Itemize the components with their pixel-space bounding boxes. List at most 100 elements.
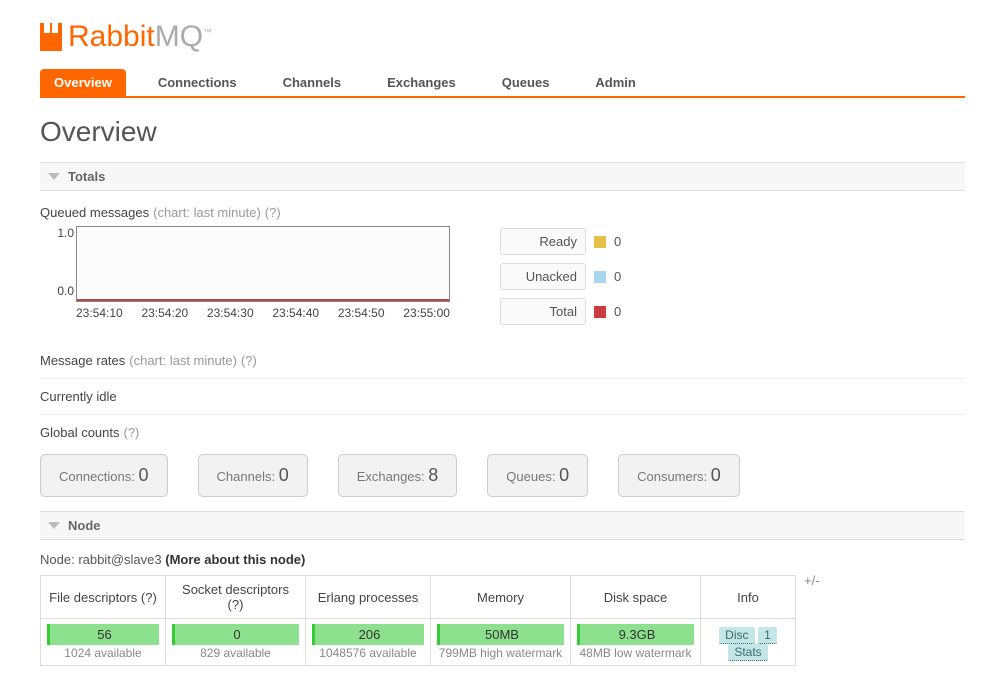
section-totals-header[interactable]: Totals [40,162,965,191]
cell-mem: 50MB 799MB high watermark [431,619,571,666]
page-title: Overview [40,116,965,148]
legend-ready: Ready 0 [500,228,634,255]
count-connections[interactable]: Connections: 0 [40,454,168,497]
main-tabs: Overview Connections Channels Exchanges … [40,69,965,98]
count-value: 8 [428,465,438,485]
logo: RabbitMQ™ [40,20,965,54]
mr-help-icon[interactable]: (?) [241,353,257,368]
chart-baseline [77,299,449,301]
trademark-icon: ™ [203,27,212,37]
sd-value: 0 [172,624,299,645]
x-tick: 23:54:30 [207,306,254,320]
cell-sd: 0 829 available [166,619,306,666]
legend-label-total[interactable]: Total [500,298,586,325]
count-label: Consumers: [637,469,707,484]
legend-value-total: 0 [614,304,634,319]
message-rates-status: Currently idle [40,389,965,404]
global-counts: Connections: 0 Channels: 0 Exchanges: 8 … [40,454,965,497]
count-value: 0 [279,465,289,485]
section-node-title: Node [68,518,101,533]
section-node-header[interactable]: Node [40,511,965,540]
cell-fd: 56 1024 available [41,619,166,666]
table-row: 56 1024 available 0 829 available 206 10… [41,619,796,666]
y-axis: 1.0 0.0 [40,226,74,298]
collapse-icon [48,173,60,180]
message-rates-label: Message rates (chart: last minute) (?) [40,353,965,368]
brand-name: RabbitMQ™ [68,20,212,54]
y-tick-bottom: 0.0 [40,284,74,298]
th-fd: File descriptors (?) [41,576,166,619]
legend-label-unacked[interactable]: Unacked [500,263,586,290]
count-value: 0 [711,465,721,485]
legend-total: Total 0 [500,298,634,325]
tab-overview[interactable]: Overview [40,69,126,96]
chart-row: 1.0 0.0 23:54:10 23:54:20 23:54:30 23:54… [40,226,965,325]
x-tick: 23:55:00 [403,306,450,320]
cell-info: Disc 1 Stats [701,619,796,666]
chart-plot [76,226,450,302]
queued-help-icon[interactable]: (?) [265,205,281,220]
node-prefix: Node: [40,552,75,567]
mem-value: 50MB [437,624,564,645]
table-header-row: File descriptors (?) Socket descriptors … [41,576,796,619]
badge-stats[interactable]: Stats [728,644,767,661]
th-mem: Memory [431,576,571,619]
tab-admin[interactable]: Admin [581,69,649,96]
cell-disk: 9.3GB 48MB low watermark [571,619,701,666]
count-value: 0 [559,465,569,485]
chart-legend: Ready 0 Unacked 0 Total 0 [500,228,634,325]
legend-unacked: Unacked 0 [500,263,634,290]
rabbitmq-icon [40,23,62,51]
count-channels[interactable]: Channels: 0 [198,454,308,497]
node-line: Node: rabbit@slave3 (More about this nod… [40,552,965,567]
node-more-link[interactable]: (More about this node) [165,552,305,567]
swatch-ready [594,236,606,248]
mr-label-text: Message rates [40,353,125,368]
ep-value: 206 [312,624,424,645]
queued-label-text: Queued messages [40,205,149,220]
count-label: Queues: [506,469,555,484]
badge-one[interactable]: 1 [758,627,777,644]
fd-value: 56 [47,624,159,645]
gc-label-text: Global counts [40,425,120,440]
columns-toggle[interactable]: +/- [796,573,820,588]
x-axis: 23:54:10 23:54:20 23:54:30 23:54:40 23:5… [76,306,450,320]
tab-connections[interactable]: Connections [144,69,251,96]
gc-help-icon[interactable]: (?) [124,425,140,440]
legend-label-ready[interactable]: Ready [500,228,586,255]
tab-channels[interactable]: Channels [269,69,356,96]
legend-value-ready: 0 [614,234,634,249]
count-queues[interactable]: Queues: 0 [487,454,588,497]
swatch-total [594,306,606,318]
brand-rabbit: Rabbit [68,20,155,53]
global-counts-label: Global counts (?) [40,425,965,440]
count-label: Exchanges: [357,469,425,484]
count-exchanges[interactable]: Exchanges: 8 [338,454,458,497]
section-totals-title: Totals [68,169,105,184]
count-label: Connections: [59,469,135,484]
count-label: Channels: [217,469,276,484]
th-ep: Erlang processes [306,576,431,619]
x-tick: 23:54:10 [76,306,123,320]
queued-messages-label: Queued messages (chart: last minute) (?) [40,205,965,220]
cell-ep: 206 1048576 available [306,619,431,666]
brand-mq: MQ [155,20,203,53]
disk-value: 9.3GB [577,624,694,645]
mr-chart-hint: (chart: last minute) [129,353,237,368]
th-sd: Socket descriptors (?) [166,576,306,619]
x-tick: 23:54:20 [141,306,188,320]
count-consumers[interactable]: Consumers: 0 [618,454,740,497]
collapse-icon [48,522,60,529]
swatch-unacked [594,271,606,283]
badge-disc[interactable]: Disc [719,627,754,644]
queued-chart: 1.0 0.0 23:54:10 23:54:20 23:54:30 23:54… [40,226,450,320]
tab-exchanges[interactable]: Exchanges [373,69,470,96]
x-tick: 23:54:50 [338,306,385,320]
tab-queues[interactable]: Queues [488,69,564,96]
count-value: 0 [139,465,149,485]
node-name: rabbit@slave3 [78,552,161,567]
node-table: File descriptors (?) Socket descriptors … [40,575,796,666]
legend-value-unacked: 0 [614,269,634,284]
x-tick: 23:54:40 [272,306,319,320]
th-info: Info [701,576,796,619]
